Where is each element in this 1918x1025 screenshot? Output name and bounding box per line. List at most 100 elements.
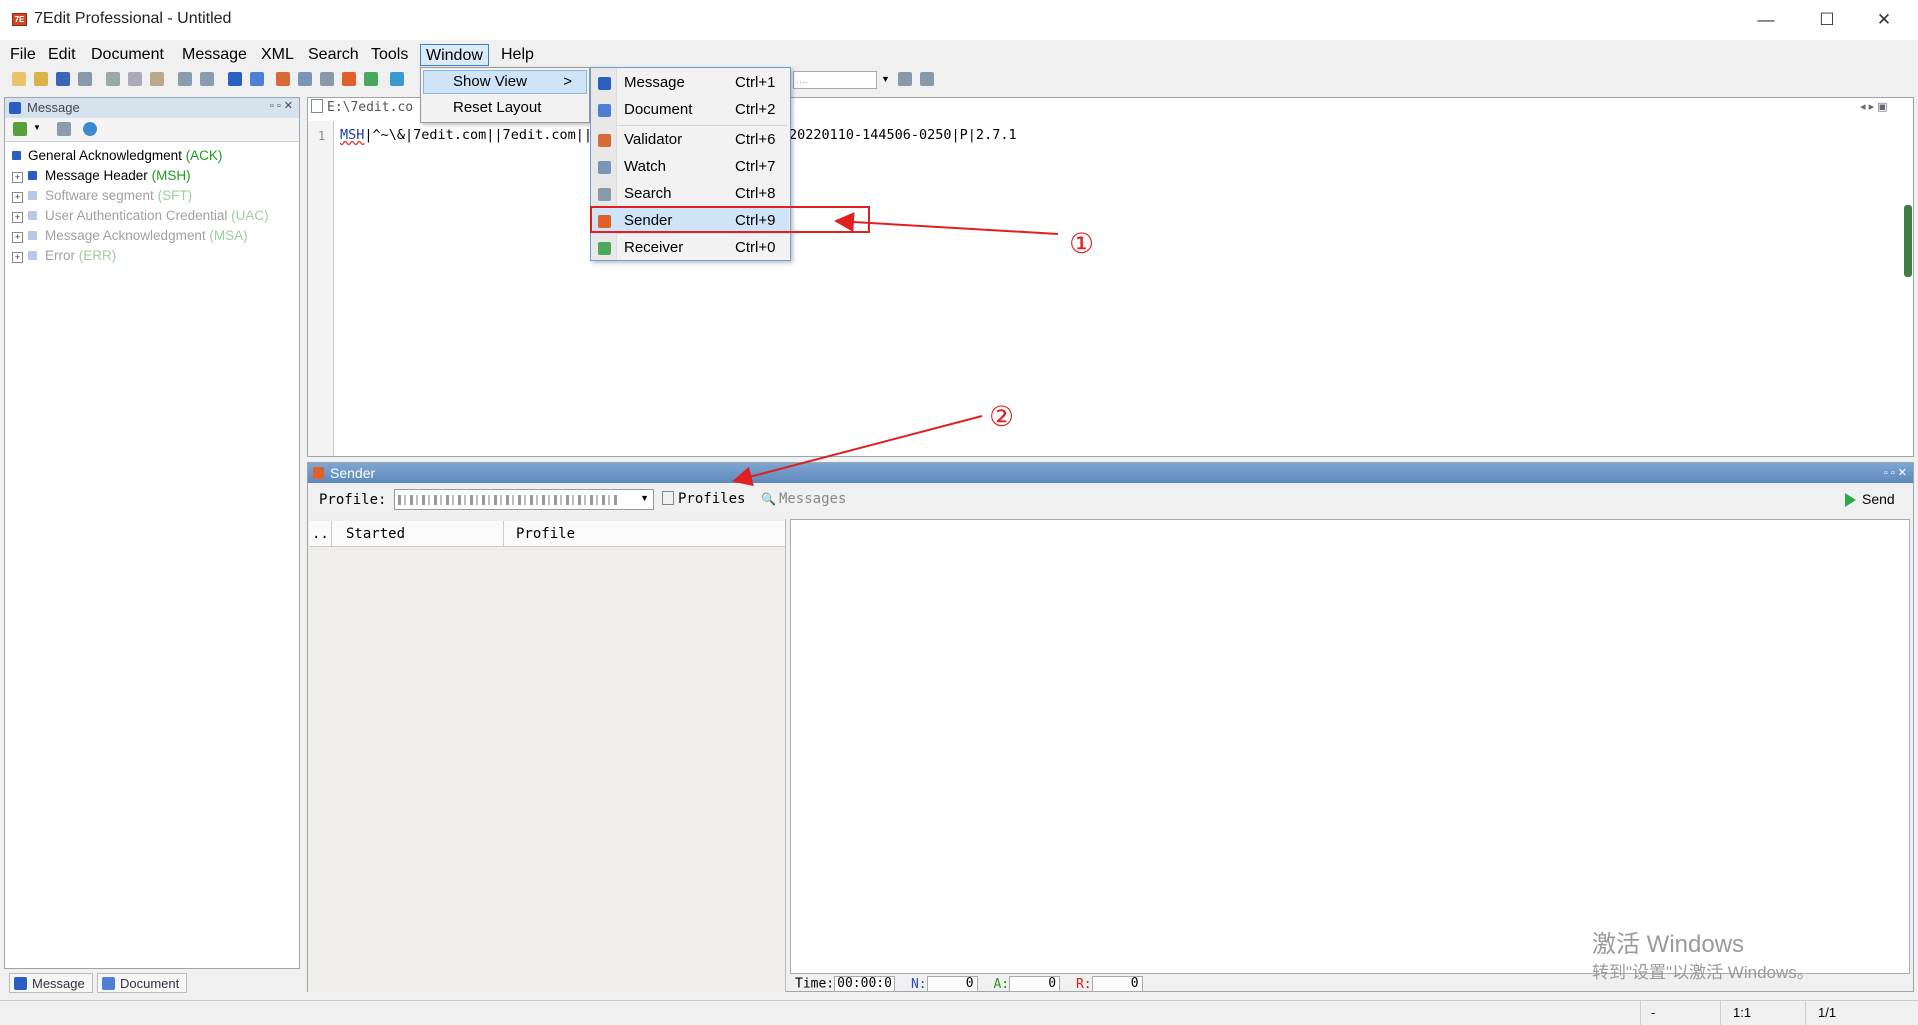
cut-icon[interactable] — [106, 72, 120, 86]
expand-icon[interactable]: + — [12, 192, 23, 203]
tree-node-msh[interactable]: + Message Header (MSH) — [12, 167, 191, 185]
profile-dropdown-icon[interactable]: ▼ — [640, 493, 649, 503]
expand-icon[interactable]: + — [12, 232, 23, 243]
receiver-tool-icon[interactable] — [364, 72, 378, 86]
editor-pane[interactable] — [307, 97, 1914, 457]
message-type-icon — [12, 151, 21, 160]
submenu-item-search[interactable]: Search Ctrl+8 — [593, 181, 789, 207]
save-all-icon[interactable] — [78, 72, 92, 86]
tab-document[interactable]: Document — [97, 973, 187, 993]
menu-edit[interactable]: Edit — [43, 44, 81, 66]
magnifier-icon: 🔍 — [761, 492, 776, 506]
tree-root-label: General Acknowledgment — [28, 148, 182, 163]
submenu-item-watch[interactable]: Watch Ctrl+7 — [593, 154, 789, 180]
tree-node-msa[interactable]: + Message Acknowledgment (MSA) — [12, 227, 248, 245]
submenu-item-validator[interactable]: Validator Ctrl+6 — [593, 127, 789, 153]
send-button[interactable]: Send — [1862, 491, 1895, 507]
menu-search[interactable]: Search — [303, 44, 364, 66]
document-view-icon[interactable] — [250, 72, 264, 86]
watch-icon — [598, 161, 611, 174]
annotation-marker-2: ② — [989, 400, 1015, 433]
sender-tool-icon[interactable] — [342, 72, 356, 86]
cursor-position: 1:1 — [1720, 1001, 1818, 1025]
submenu-item-receiver[interactable]: Receiver Ctrl+0 — [593, 235, 789, 261]
tree-root-ack[interactable]: General Acknowledgment (ACK) — [12, 147, 222, 165]
menu-document[interactable]: Document — [86, 44, 169, 66]
panel-close-icon[interactable]: ▫ ▫ ✕ — [270, 99, 293, 112]
tree-node-label: User Authentication Credential — [45, 208, 228, 223]
tree-node-sft[interactable]: + Software segment (SFT) — [12, 187, 192, 205]
collapse-icon[interactable] — [57, 122, 71, 136]
sender-history-list[interactable] — [308, 519, 786, 992]
close-button[interactable]: ✕ — [1856, 0, 1912, 40]
toolbar-search-dropdown-icon[interactable]: ▼ — [881, 74, 890, 84]
segment-icon — [28, 231, 37, 240]
status-field: - — [1640, 1001, 1731, 1025]
column-header-more[interactable]: ... — [309, 521, 337, 547]
sender-panel-close-icon[interactable]: ▫ ▫ ✕ — [1884, 463, 1907, 483]
add-dropdown-icon[interactable]: ▼ — [33, 123, 41, 132]
menu-tools[interactable]: Tools — [366, 44, 413, 66]
expand-icon[interactable]: + — [12, 252, 23, 263]
submenu-item-document[interactable]: Document Ctrl+2 — [593, 97, 789, 123]
segment-icon — [28, 211, 37, 220]
tree-node-err[interactable]: + Error (ERR) — [12, 247, 116, 265]
document-tab-icon — [102, 977, 115, 990]
tree-node-uac[interactable]: + User Authentication Credential (UAC) — [12, 207, 269, 225]
n-value: 0 — [926, 976, 978, 992]
sender-panel-title: Sender — [330, 465, 376, 481]
profiles-button[interactable]: Profiles — [662, 491, 745, 507]
menu-help[interactable]: Help — [496, 44, 539, 66]
code-line[interactable]: MSH|^~\&|7edit.com||7edit.com|| — [340, 127, 592, 143]
search-icon — [598, 188, 611, 201]
editor-scrollbar[interactable] — [1904, 205, 1912, 277]
search-tool-icon[interactable] — [320, 72, 334, 86]
refresh-icon[interactable] — [83, 122, 97, 136]
column-header-started[interactable]: Started — [331, 521, 503, 547]
watch-icon[interactable] — [298, 72, 312, 86]
messages-button[interactable]: 🔍 Messages — [761, 491, 846, 507]
minimize-button[interactable]: — — [1738, 0, 1794, 40]
submenu-separator — [617, 125, 787, 126]
find-next-icon[interactable] — [920, 72, 934, 86]
title-bar — [0, 0, 1918, 40]
menu-xml[interactable]: XML — [256, 44, 299, 66]
message-view-icon[interactable] — [228, 72, 242, 86]
open-file-icon[interactable] — [34, 72, 48, 86]
add-segment-icon[interactable] — [13, 122, 27, 136]
menu-window[interactable]: Window — [420, 44, 489, 66]
save-icon[interactable] — [56, 72, 70, 86]
expand-icon[interactable]: + — [12, 172, 23, 183]
menu-message[interactable]: Message — [177, 44, 252, 66]
submenu-item-message[interactable]: Message Ctrl+1 — [593, 70, 789, 96]
message-panel-toolbar: ▼ — [5, 118, 299, 142]
tree-node-code: (UAC) — [231, 208, 269, 223]
paste-icon[interactable] — [150, 72, 164, 86]
menu-item-show-view[interactable]: Show View > — [423, 70, 587, 94]
undo-icon[interactable] — [178, 72, 192, 86]
menu-file[interactable]: File — [5, 44, 41, 66]
submenu-arrow-icon: > — [563, 73, 572, 90]
new-file-icon[interactable] — [12, 72, 26, 86]
profile-select[interactable]: ▼ — [394, 489, 654, 510]
time-label: Time: — [795, 976, 835, 992]
send-icon — [1845, 493, 1856, 507]
tree-node-label: Message Header — [45, 168, 148, 183]
message-panel-icon — [9, 102, 21, 114]
validator-icon[interactable] — [276, 72, 290, 86]
tab-message[interactable]: Message — [9, 973, 93, 993]
maximize-button[interactable]: ☐ — [1799, 0, 1855, 40]
tree-node-code: (MSH) — [151, 168, 191, 183]
editor-nav-icons[interactable]: ◂ ▸ ▣ — [1860, 100, 1888, 113]
message-panel-header: Message ▫ ▫ ✕ — [5, 98, 299, 118]
editor-tab[interactable]: E:\7edit.co — [311, 98, 421, 118]
find-icon[interactable] — [898, 72, 912, 86]
copy-icon[interactable] — [128, 72, 142, 86]
sender-message-area[interactable] — [790, 519, 1910, 974]
toolbar-search-input[interactable]: .... — [793, 71, 877, 89]
redo-icon[interactable] — [200, 72, 214, 86]
column-header-profile[interactable]: Profile — [503, 521, 785, 547]
menu-item-reset-layout[interactable]: Reset Layout — [423, 96, 587, 120]
expand-icon[interactable]: + — [12, 212, 23, 223]
package-icon[interactable] — [390, 72, 404, 86]
